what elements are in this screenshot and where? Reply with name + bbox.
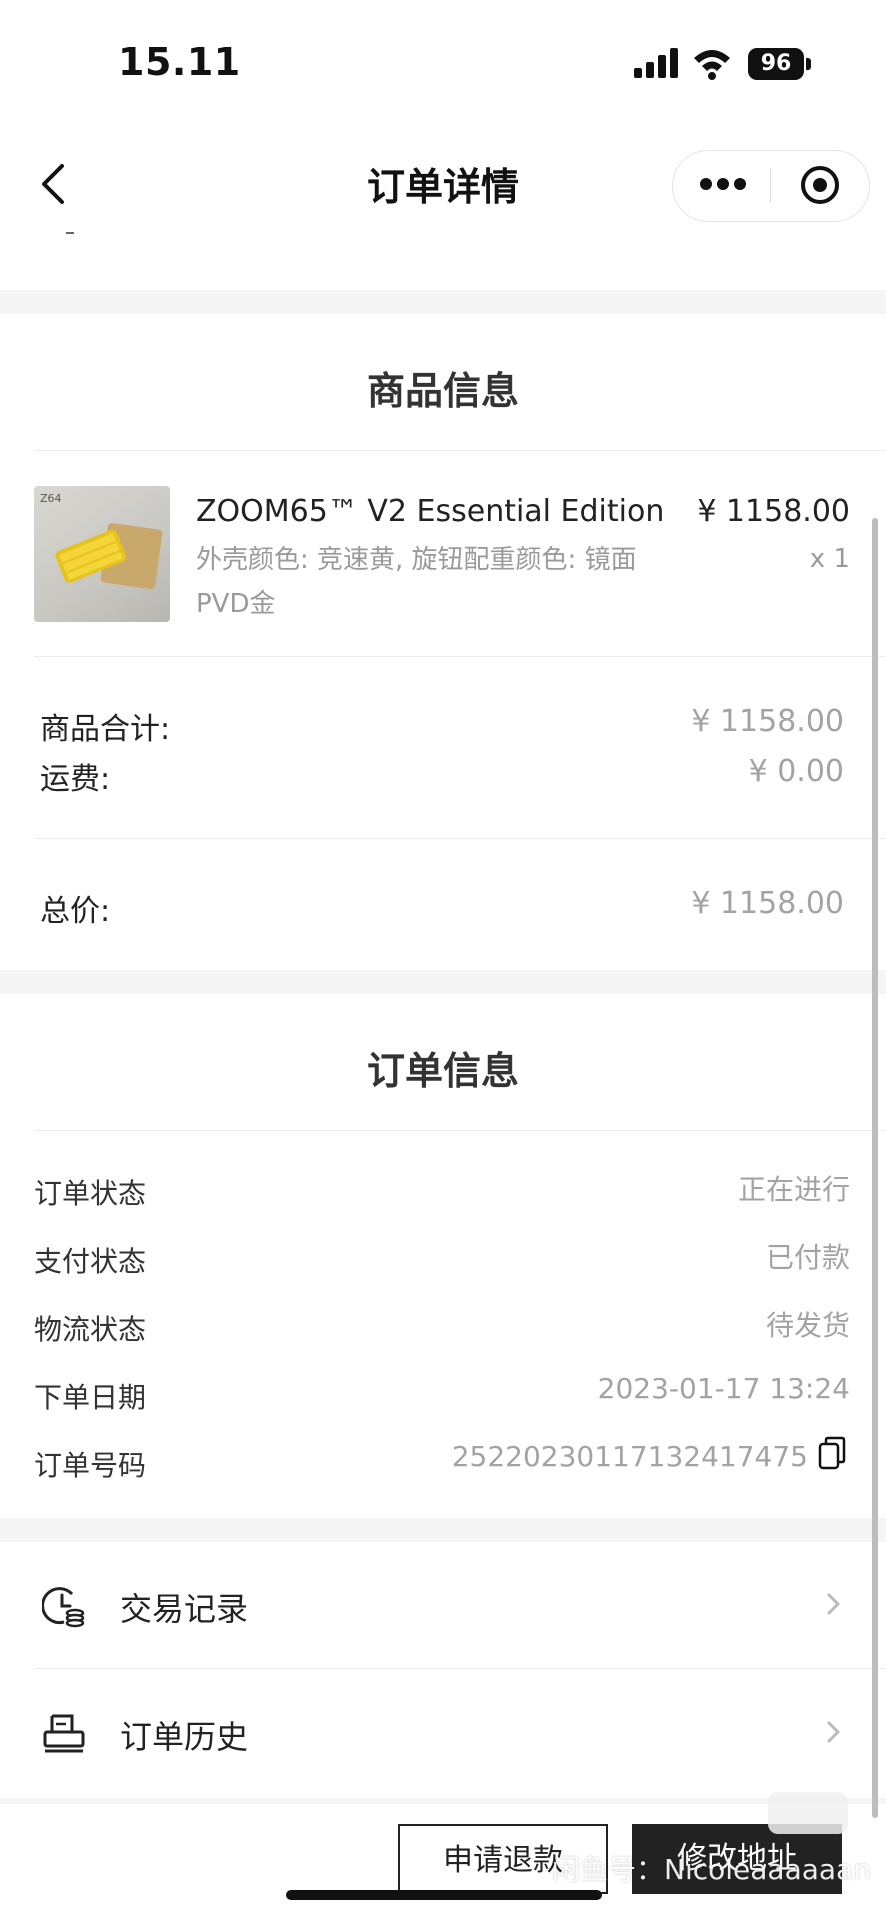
menu-label-transactions: 交易记录 (120, 1590, 249, 1628)
battery-indicator: 96 (748, 48, 804, 80)
status-time: 15.11 (118, 40, 241, 84)
scrollbar[interactable] (872, 518, 878, 1818)
section-divider (0, 1518, 886, 1542)
payment-status-label: 支付状态 (34, 1245, 147, 1278)
svg-text:Z64: Z64 (40, 492, 62, 505)
section-divider (0, 1798, 886, 1804)
menu-label-order-history: 订单历史 (120, 1718, 249, 1756)
wifi-icon (694, 50, 730, 80)
chevron-right-icon (827, 1593, 840, 1615)
chevron-right-icon (827, 1721, 840, 1743)
product-name[interactable]: ZOOM65™ V2 Essential Edition (196, 494, 664, 529)
shipping-label: 运费: (40, 762, 111, 797)
product-section-title: 商品信息 (366, 369, 519, 413)
section-divider (0, 970, 886, 994)
total-value: ¥ 1158.00 (691, 886, 844, 921)
order-date-label: 下单日期 (34, 1381, 147, 1414)
order-status-label: 订单状态 (34, 1177, 147, 1210)
logistics-status-value: 待发货 (765, 1309, 850, 1342)
printer-icon (43, 1714, 85, 1753)
product-spec: 外壳颜色: 竞速黄, 旋钮配重颜色: 镜面PVD金 (196, 545, 637, 619)
shipping-value: ¥ 0.00 (748, 754, 844, 789)
home-indicator[interactable] (286, 1890, 602, 1900)
logistics-status-label: 物流状态 (34, 1313, 147, 1346)
battery-nub (806, 58, 811, 70)
subtotal-value: ¥ 1158.00 (691, 704, 844, 739)
copy-icon[interactable] (818, 1436, 846, 1470)
divider (34, 1130, 886, 1131)
capsule-divider (770, 168, 771, 202)
section-divider (0, 290, 886, 314)
subtotal-label: 商品合计: (40, 712, 171, 747)
divider (34, 838, 886, 839)
order-section-title: 订单信息 (366, 1049, 519, 1093)
keyboard-image-icon: Z64 (40, 492, 163, 590)
divider (34, 1668, 886, 1669)
order-status-value: 正在进行 (737, 1173, 850, 1206)
clock-coin-icon (42, 1587, 85, 1628)
divider (34, 450, 886, 451)
order-number-label: 订单号码 (34, 1449, 147, 1482)
order-date-value: 2023-01-17 13:24 (597, 1372, 850, 1405)
scroll-remnant (66, 232, 74, 234)
close-miniprogram-icon[interactable] (800, 165, 840, 205)
more-icon[interactable] (700, 178, 746, 192)
payment-status-value: 已付款 (765, 1241, 850, 1274)
watermark-logo-icon (768, 1792, 848, 1834)
product-quantity: x 1 (809, 544, 850, 574)
product-thumbnail[interactable]: Z64 (34, 486, 170, 622)
total-label: 总价: (40, 894, 111, 929)
watermark-text: 闲鱼号：Nicoleaaaaaan (552, 1853, 871, 1886)
divider (34, 656, 886, 657)
product-price: ¥ 1158.00 (697, 494, 850, 529)
signal-icon (634, 48, 680, 78)
order-number-value: 2522023011713241747​5 (451, 1440, 808, 1473)
